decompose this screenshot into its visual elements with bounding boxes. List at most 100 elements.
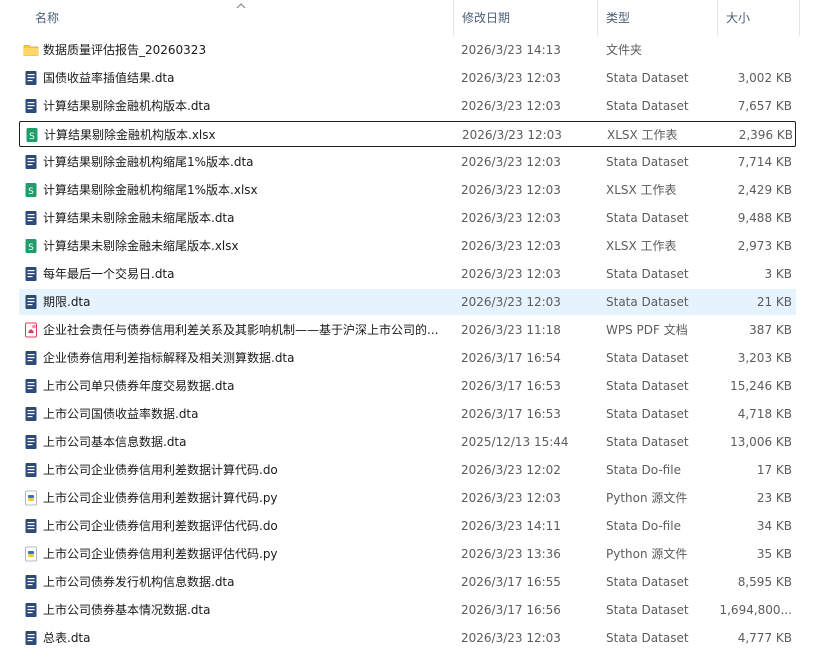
file-row[interactable]: 上市公司企业债券信用利差数据计算代码.do 2026/3/23 12:02 Stat… [19,457,796,483]
file-size: 2,396 KB [738,128,793,142]
file-modified-date: 2026/3/23 12:03 [461,155,561,169]
file-size: 23 KB [756,491,792,505]
file-name: 企业债券信用利差指标解释及相关测算数据.dta [43,351,295,365]
file-row[interactable]: 上市公司基本信息数据.dta 2025/12/13 15:44 Stata Data… [19,429,796,455]
file-row[interactable]: 国债收益率插值结果.dta 2026/3/23 12:03 Stata Datase… [19,65,796,91]
file-row[interactable]: S 计算结果剔除金融机构版本.xlsx 2026/3/23 12:03 XLSX 工作… [19,121,796,147]
column-header-type[interactable]: 类型 [598,0,718,36]
file-modified-date: 2026/3/23 14:11 [461,519,561,533]
file-modified-date: 2026/3/23 12:03 [461,211,561,225]
file-row[interactable]: S 计算结果剔除金融机构缩尾1%版本.xlsx 2026/3/23 12:03 XLS… [19,177,796,203]
file-row[interactable]: S 计算结果未剔除金融未缩尾版本.xlsx 2026/3/23 12:03 XLSX … [19,233,796,259]
dta-file-icon [23,378,39,394]
xlsx-file-icon: S [23,238,39,254]
file-row[interactable]: 总表.dta 2026/3/23 12:03 Stata Dataset 4,777 … [19,625,796,651]
file-size: 7,714 KB [737,155,792,169]
file-row[interactable]: 上市公司国债收益率数据.dta 2026/3/17 16:53 Stata Data… [19,401,796,427]
file-size [719,37,792,63]
file-modified-date: 2026/3/23 12:02 [461,463,561,477]
column-header-bar: 名称 修改日期 类型 大小 [0,0,838,36]
file-name: 总表.dta [43,631,91,645]
file-row[interactable]: 企业社会责任与债券信用利差关系及其影响机制——基于沪深上市公司的... 2026/… [19,317,796,343]
file-row[interactable]: 上市公司企业债券信用利差数据计算代码.py 2026/3/23 12:03 Pyth… [19,485,796,511]
file-row[interactable]: 企业债券信用利差指标解释及相关测算数据.dta 2026/3/17 16:54 St… [19,345,796,371]
file-row[interactable]: 上市公司债券基本情况数据.dta 2026/3/17 16:56 Stata Dat… [19,597,796,623]
file-name: 国债收益率插值结果.dta [43,71,175,85]
file-size: 21 KB [756,295,792,309]
file-row[interactable]: 计算结果未剔除金融未缩尾版本.dta 2026/3/23 12:03 Stata D… [19,205,796,231]
file-type: Stata Do-file [606,463,681,477]
xlsx-file-icon: S [23,182,39,198]
file-type: 文件夹 [606,43,643,57]
file-row[interactable]: 期限.dta 2026/3/23 12:03 Stata Dataset 21 KB [19,289,796,315]
file-name: 计算结果剔除金融机构缩尾1%版本.dta [43,155,254,169]
file-size: 8,595 KB [737,575,792,589]
file-modified-date: 2026/3/23 13:36 [461,547,561,561]
file-row[interactable]: 上市公司单只债券年度交易数据.dta 2026/3/17 16:53 Stata D… [19,373,796,399]
file-size: 1,694,800... [719,603,792,617]
file-modified-date: 2026/3/23 11:18 [461,323,561,337]
file-type: Stata Dataset [606,351,689,365]
dta-file-icon [23,154,39,170]
file-name: 计算结果剔除金融机构版本.xlsx [44,128,216,142]
file-row[interactable]: 上市公司企业债券信用利差数据评估代码.do 2026/3/23 14:11 Stat… [19,513,796,539]
file-name: 企业社会责任与债券信用利差关系及其影响机制——基于沪深上市公司的... [43,323,439,337]
file-type: Stata Dataset [606,295,689,309]
file-type: XLSX 工作表 [606,183,677,197]
do-file-icon [23,518,39,534]
file-modified-date: 2026/3/17 16:55 [461,575,561,589]
dta-file-icon [23,574,39,590]
file-type: Stata Dataset [606,211,689,225]
file-size: 3,002 KB [737,71,792,85]
file-size: 9,488 KB [737,211,792,225]
dta-file-icon [23,406,39,422]
file-name: 计算结果未剔除金融未缩尾版本.dta [43,211,235,225]
file-row[interactable]: 数据质量评估报告_20260323 2026/3/23 14:13 文件夹 [19,37,796,63]
svg-text:S: S [29,132,35,142]
dta-file-icon [23,70,39,86]
file-size: 4,777 KB [737,631,792,645]
column-header-date[interactable]: 修改日期 [454,0,598,36]
dta-file-icon [23,434,39,450]
file-size: 7,657 KB [737,99,792,113]
file-type: XLSX 工作表 [607,128,678,142]
file-modified-date: 2026/3/17 16:53 [461,379,561,393]
file-row[interactable]: 每年最后一个交易日.dta 2026/3/23 12:03 Stata Datase… [19,261,796,287]
file-name: 上市公司企业债券信用利差数据计算代码.py [43,491,278,505]
file-modified-date: 2026/3/23 12:03 [462,128,562,142]
file-type: Stata Dataset [606,631,689,645]
svg-text:S: S [28,243,34,253]
folder-icon [23,42,39,58]
file-modified-date: 2026/3/23 12:03 [461,71,561,85]
file-name: 上市公司债券基本情况数据.dta [43,603,211,617]
file-type: Stata Dataset [606,71,689,85]
file-row[interactable]: 计算结果剔除金融机构缩尾1%版本.dta 2026/3/23 12:03 Stata… [19,149,796,175]
file-size: 35 KB [756,547,792,561]
file-modified-date: 2026/3/23 12:03 [461,631,561,645]
file-type: Python 源文件 [606,491,688,505]
file-modified-date: 2026/3/23 12:03 [461,183,561,197]
file-row[interactable]: 上市公司企业债券信用利差数据评估代码.py 2026/3/23 13:36 Pyth… [19,541,796,567]
file-size: 34 KB [756,519,792,533]
file-size: 3 KB [764,267,792,281]
do-file-icon [23,462,39,478]
file-size: 2,973 KB [737,239,792,253]
file-modified-date: 2026/3/23 12:03 [461,267,561,281]
file-row[interactable]: 上市公司债券发行机构信息数据.dta 2026/3/17 16:55 Stata D… [19,569,796,595]
file-name: 每年最后一个交易日.dta [43,267,175,281]
file-name: 计算结果剔除金融机构版本.dta [43,99,211,113]
file-modified-date: 2026/3/23 12:03 [461,99,561,113]
svg-text:S: S [28,187,34,197]
file-size: 15,246 KB [730,379,792,393]
file-name: 上市公司企业债券信用利差数据评估代码.do [43,519,278,533]
dta-file-icon [23,350,39,366]
file-name: 上市公司国债收益率数据.dta [43,407,199,421]
file-modified-date: 2026/3/23 12:03 [461,239,561,253]
file-row[interactable]: 计算结果剔除金融机构版本.dta 2026/3/23 12:03 Stata Dat… [19,93,796,119]
file-type: Stata Dataset [606,575,689,589]
column-header-size[interactable]: 大小 [718,0,800,36]
file-name: 上市公司企业债券信用利差数据评估代码.py [43,547,278,561]
dta-file-icon [23,294,39,310]
sort-ascending-icon [236,3,246,9]
dta-file-icon [23,602,39,618]
